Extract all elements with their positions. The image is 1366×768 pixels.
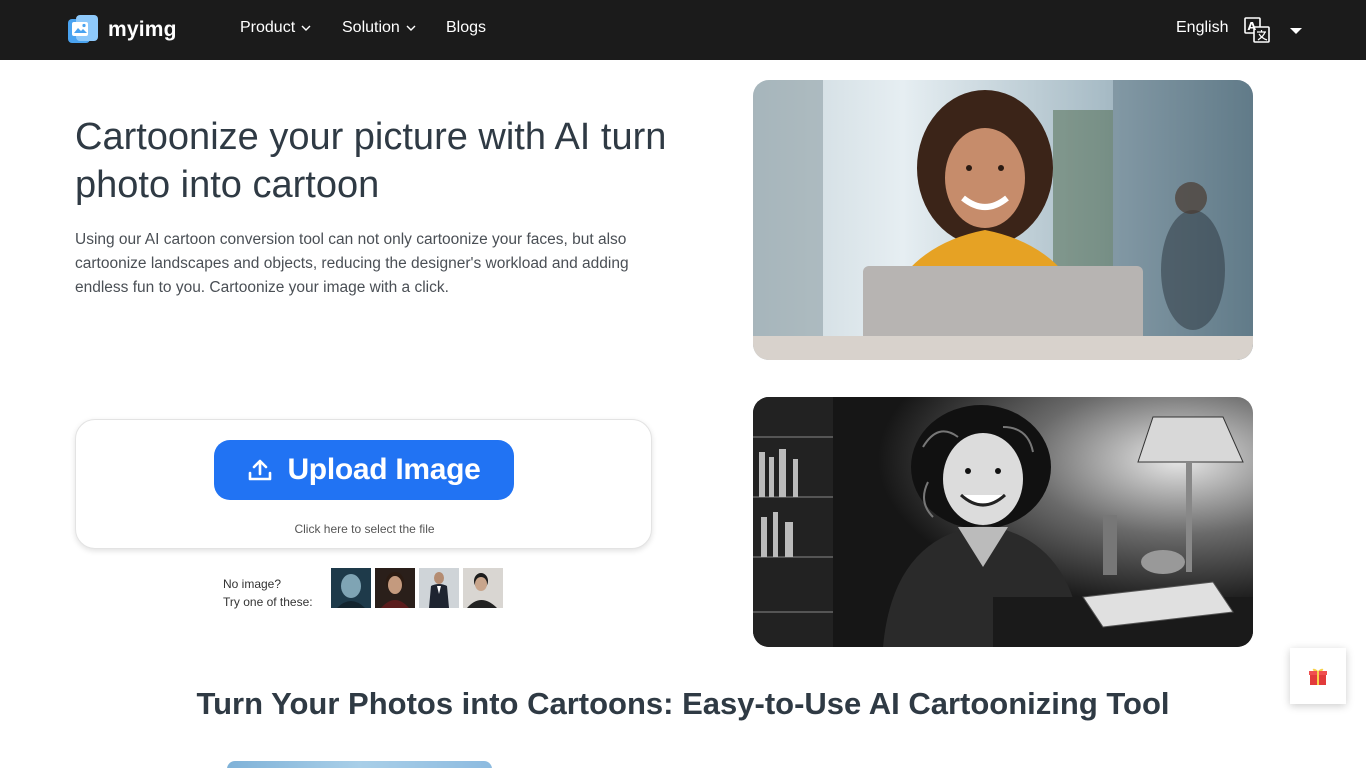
gift-icon [1309,668,1327,685]
nav-product-label: Product [240,19,296,36]
page-title: Cartoonize your picture with AI turn pho… [75,116,667,206]
chevron-down-icon [406,25,416,31]
sample-thumb-image [463,568,503,608]
logo-icon [68,15,98,43]
upload-icon [249,459,272,481]
hero-description: Using our AI cartoon conversion tool can… [75,231,629,296]
nav-blogs[interactable]: Blogs [446,19,486,37]
translate-icon[interactable]: A [1244,17,1270,43]
svg-text:A: A [1248,20,1257,33]
nav-solution-label: Solution [342,19,400,36]
sample-thumb-3[interactable] [419,568,459,608]
sample-thumb-1[interactable] [331,568,371,608]
sample-photo-cartoon [753,397,1253,647]
logo-text: myimg [108,18,177,41]
upload-image-button[interactable]: Upload Image [214,440,514,500]
caret-down-icon[interactable] [1289,26,1303,36]
sample-thumb-image [419,568,459,608]
sample-images-label: No image? Try one of these: [223,575,313,611]
upload-hint: Click here to select the file [294,522,435,536]
sample-thumb-image [331,568,371,608]
top-nav: myimg Product Solution Blogs English A [0,0,1366,60]
nav-solution[interactable]: Solution [342,19,416,37]
sample-line-1: No image? [223,577,282,591]
logo[interactable]: myimg [66,13,177,47]
sample-thumb-image [375,568,415,608]
nav-product[interactable]: Product [240,19,311,37]
gift-button[interactable] [1290,648,1346,704]
nav-blogs-label: Blogs [446,19,487,36]
sample-line-2: Try one of these: [223,595,313,609]
chevron-down-icon [301,25,311,31]
upload-dropzone[interactable]: Upload Image Click here to select the fi… [75,419,652,549]
upload-button-label: Upload Image [287,453,481,486]
section-image-preview [227,761,492,768]
cartoon-woman-illustration [753,397,1253,647]
section-title: Turn Your Photos into Cartoons: Easy-to-… [196,686,1170,721]
sample-photo-original [753,80,1253,360]
woman-laptop-photo [753,80,1253,360]
sample-thumb-4[interactable] [463,568,503,608]
language-label[interactable]: English [1176,19,1228,37]
sample-thumb-2[interactable] [375,568,415,608]
